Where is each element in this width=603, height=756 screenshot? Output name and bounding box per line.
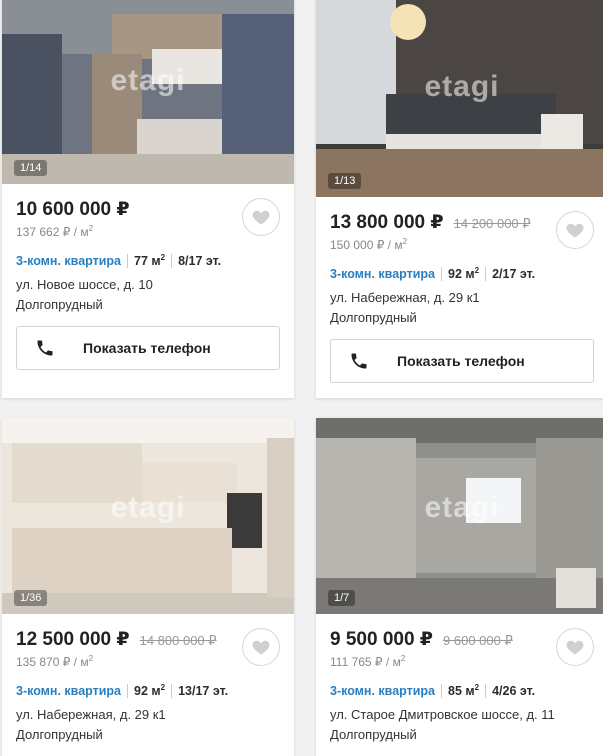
favorite-button[interactable]: [242, 628, 280, 666]
floor: 8/17 эт.: [178, 253, 222, 268]
area: 85 м2: [448, 683, 480, 699]
floor: 2/17 эт.: [492, 266, 536, 281]
city: Долгопрудный: [16, 297, 103, 313]
floor: 4/26 эт.: [492, 683, 536, 698]
area: 92 м2: [448, 266, 480, 282]
address: ул. Набережная, д. 29 к1: [330, 290, 480, 306]
phone-icon: [37, 340, 53, 356]
rooms-link[interactable]: 3-комн. квартира: [330, 267, 435, 281]
address: ул. Старое Дмитровское шоссе, д. 11: [330, 707, 555, 723]
area: 77 м2: [134, 253, 166, 269]
listing-photo[interactable]: etagi 1/13: [316, 0, 603, 197]
city: Долгопрудный: [330, 727, 417, 743]
city: Долгопрудный: [16, 727, 103, 743]
photo-counter: 1/13: [328, 173, 362, 189]
photo-counter: 1/7: [328, 590, 356, 606]
photo-counter: 1/36: [14, 590, 48, 606]
old-price: 9 600 000 ₽: [443, 633, 513, 648]
favorite-button[interactable]: [242, 198, 280, 236]
listing-card[interactable]: etagi 1/13 13 800 000 ₽ 14 200 000 ₽ 150…: [316, 0, 603, 398]
favorite-button[interactable]: [556, 211, 594, 249]
area: 92 м2: [134, 683, 166, 699]
price: 13 800 000 ₽: [330, 212, 444, 233]
listing-meta: 3-комн. квартира 85 м2 4/26 эт.: [330, 683, 594, 698]
listing-meta: 3-комн. квартира 92 м2 2/17 эт.: [330, 266, 594, 281]
listing-meta: 3-комн. квартира 92 м2 13/17 эт.: [16, 683, 280, 698]
heart-icon: [566, 640, 584, 655]
listing-photo[interactable]: etagi 1/14: [2, 0, 294, 184]
heart-icon: [252, 210, 270, 225]
rooms-link[interactable]: 3-комн. квартира: [16, 254, 121, 268]
price-per-meter: 111 765 ₽ / м2: [330, 654, 406, 669]
listing-photo[interactable]: etagi 1/7: [316, 418, 603, 614]
photo-counter: 1/14: [14, 160, 48, 176]
old-price: 14 200 000 ₽: [453, 216, 531, 231]
watermark: etagi: [424, 491, 500, 525]
listing-card[interactable]: etagi 1/14 10 600 000 ₽ 137 662 ₽ / м2 3…: [2, 0, 294, 398]
show-phone-button[interactable]: Показать телефон: [330, 339, 594, 384]
show-phone-label: Показать телефон: [83, 340, 211, 357]
divider: [485, 683, 487, 698]
listing-card[interactable]: etagi 1/7 9 500 000 ₽ 9 600 000 ₽ 111 76…: [316, 418, 603, 756]
price-per-meter: 135 870 ₽ / м2: [16, 654, 94, 669]
show-phone-button[interactable]: Показать телефон: [16, 326, 280, 371]
watermark: etagi: [110, 491, 186, 525]
divider: [441, 266, 443, 281]
phone-icon: [351, 353, 367, 369]
divider: [441, 683, 443, 698]
listing-photo[interactable]: etagi 1/36: [2, 418, 294, 614]
listing-grid: etagi 1/14 10 600 000 ₽ 137 662 ₽ / м2 3…: [0, 0, 603, 756]
divider: [485, 266, 487, 281]
address: ул. Новое шоссе, д. 10: [16, 277, 153, 293]
divider: [171, 253, 173, 268]
rooms-link[interactable]: 3-комн. квартира: [16, 684, 121, 698]
floor: 13/17 эт.: [178, 683, 229, 698]
price: 12 500 000 ₽: [16, 629, 130, 650]
divider: [127, 253, 129, 268]
heart-icon: [252, 640, 270, 655]
old-price: 14 800 000 ₽: [139, 633, 217, 648]
price-per-meter: 137 662 ₽ / м2: [16, 224, 94, 239]
listing-meta: 3-комн. квартира 77 м2 8/17 эт.: [16, 253, 280, 268]
watermark: etagi: [424, 70, 500, 104]
divider: [127, 683, 129, 698]
price: 9 500 000 ₽: [330, 629, 434, 650]
rooms-link[interactable]: 3-комн. квартира: [330, 684, 435, 698]
address: ул. Набережная, д. 29 к1: [16, 707, 166, 723]
watermark: etagi: [110, 64, 186, 98]
price-per-meter: 150 000 ₽ / м2: [330, 237, 408, 252]
heart-icon: [566, 223, 584, 238]
show-phone-label: Показать телефон: [397, 353, 525, 370]
price: 10 600 000 ₽: [16, 199, 130, 220]
divider: [171, 683, 173, 698]
city: Долгопрудный: [330, 310, 417, 326]
favorite-button[interactable]: [556, 628, 594, 666]
listing-card[interactable]: etagi 1/36 12 500 000 ₽ 14 800 000 ₽ 135…: [2, 418, 294, 756]
